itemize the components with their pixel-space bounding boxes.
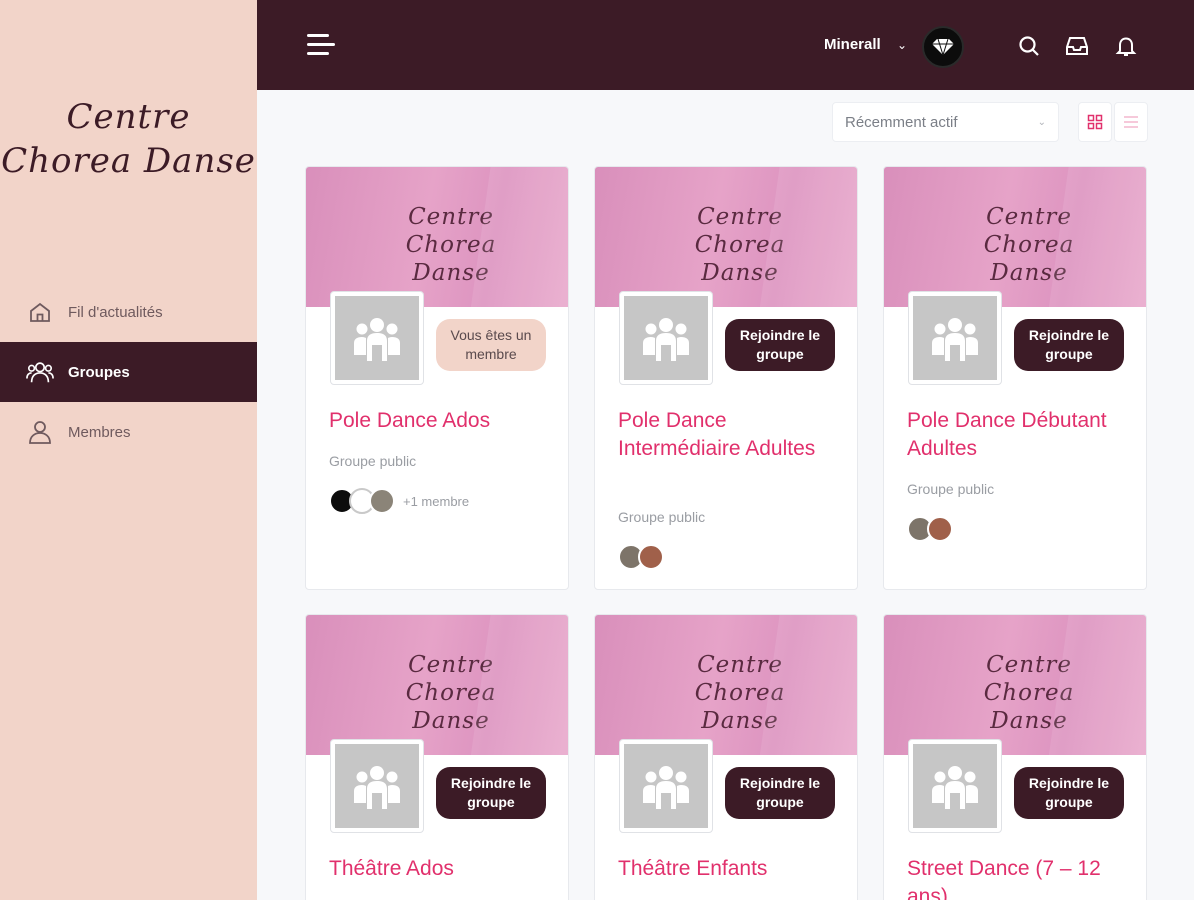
sidebar-nav: Fil d'actualités Groupes Membres xyxy=(0,282,257,462)
cover-logo: Centre Chorea Danse xyxy=(405,204,497,286)
group-avatar[interactable] xyxy=(619,291,713,385)
user-avatar[interactable] xyxy=(922,26,964,68)
member-status-button[interactable]: Vous êtes un membre xyxy=(436,319,546,371)
member-avatar[interactable] xyxy=(638,544,664,570)
group-cover-image: Centre Chorea Danse xyxy=(884,167,1146,307)
group-members: +1 membre xyxy=(329,487,469,515)
groups-icon xyxy=(26,358,54,386)
group-placeholder-icon xyxy=(913,744,997,828)
sidebar-item-label: Fil d'actualités xyxy=(68,303,163,321)
group-card: Centre Chorea Danse Vous êtes un membre P… xyxy=(305,166,569,590)
logo-line-2: Chorea Danse xyxy=(1,141,256,181)
cover-logo: Centre Chorea Danse xyxy=(694,652,786,734)
more-members-count: +1 membre xyxy=(403,493,470,509)
group-card: Centre Chorea Danse Rejoindre le groupe P… xyxy=(883,166,1147,590)
grid-view-button[interactable] xyxy=(1078,102,1112,142)
cover-logo: Centre Chorea Danse xyxy=(405,652,497,734)
group-members xyxy=(907,515,953,543)
sidebar-item-label: Groupes xyxy=(68,363,130,381)
group-cover-image: Centre Chorea Danse xyxy=(306,167,568,307)
sidebar-item-groups[interactable]: Groupes xyxy=(0,342,257,402)
site-logo[interactable]: Centre Chorea Danse xyxy=(0,95,257,183)
group-card: Centre Chorea Danse Rejoindre le groupe T… xyxy=(305,614,569,900)
sidebar-item-members[interactable]: Membres xyxy=(0,402,257,462)
cover-logo: Centre Chorea Danse xyxy=(694,204,786,286)
chevron-down-icon[interactable]: ⌄ xyxy=(897,38,907,52)
group-cover-image: Centre Chorea Danse xyxy=(595,167,857,307)
group-card: Centre Chorea Danse Rejoindre le groupe T… xyxy=(594,614,858,900)
diamond-icon xyxy=(932,38,954,56)
group-avatar[interactable] xyxy=(908,291,1002,385)
group-card: Centre Chorea Danse Rejoindre le groupe P… xyxy=(594,166,858,590)
group-type: Groupe public xyxy=(618,509,706,525)
members-icon xyxy=(26,418,54,446)
group-cover-image: Centre Chorea Danse xyxy=(884,615,1146,755)
sidebar: Centre Chorea Danse Fil d'actualités Gro… xyxy=(0,0,257,900)
group-title[interactable]: Street Dance (7 – 12 ans) xyxy=(907,855,1137,900)
group-cover-image: Centre Chorea Danse xyxy=(595,615,857,755)
group-cover-image: Centre Chorea Danse xyxy=(306,615,568,755)
sort-select[interactable]: Récemment actif ⌄ xyxy=(832,102,1059,142)
join-group-button[interactable]: Rejoindre le groupe xyxy=(1014,767,1124,819)
chevron-down-icon: ⌄ xyxy=(1037,117,1046,128)
cover-logo: Centre Chorea Danse xyxy=(983,652,1075,734)
group-avatar[interactable] xyxy=(330,739,424,833)
home-icon xyxy=(26,298,54,326)
join-group-button[interactable]: Rejoindre le groupe xyxy=(436,767,546,819)
group-title[interactable]: Pole Dance Débutant Adultes xyxy=(907,407,1137,463)
sort-select-value: Récemment actif xyxy=(845,114,958,131)
group-title[interactable]: Théâtre Enfants xyxy=(618,855,848,883)
sidebar-item-label: Membres xyxy=(68,423,131,441)
menu-toggle-icon[interactable] xyxy=(307,31,337,59)
member-avatar[interactable] xyxy=(369,488,395,514)
group-title[interactable]: Pole Dance Intermédiaire Adultes xyxy=(618,407,848,463)
grid-view-icon xyxy=(1087,114,1103,130)
group-placeholder-icon xyxy=(913,296,997,380)
group-placeholder-icon xyxy=(624,744,708,828)
group-members xyxy=(618,543,664,571)
bell-icon[interactable] xyxy=(1114,34,1138,58)
search-icon[interactable] xyxy=(1017,34,1041,58)
join-group-button[interactable]: Rejoindre le groupe xyxy=(1014,319,1124,371)
group-title[interactable]: Pole Dance Ados xyxy=(329,407,559,435)
list-view-icon xyxy=(1124,116,1138,128)
group-placeholder-icon xyxy=(335,744,419,828)
logo-line-1: Centre xyxy=(66,97,191,137)
top-header: Minerall ⌄ xyxy=(257,0,1194,90)
group-card: Centre Chorea Danse Rejoindre le groupe S… xyxy=(883,614,1147,900)
cover-logo: Centre Chorea Danse xyxy=(983,204,1075,286)
join-group-button[interactable]: Rejoindre le groupe xyxy=(725,319,835,371)
inbox-icon[interactable] xyxy=(1065,34,1089,58)
group-avatar[interactable] xyxy=(330,291,424,385)
member-avatar[interactable] xyxy=(927,516,953,542)
group-placeholder-icon xyxy=(624,296,708,380)
list-view-button[interactable] xyxy=(1114,102,1148,142)
group-avatar[interactable] xyxy=(908,739,1002,833)
sidebar-item-news-feed[interactable]: Fil d'actualités xyxy=(0,282,257,342)
group-title[interactable]: Théâtre Ados xyxy=(329,855,559,883)
group-type: Groupe public xyxy=(329,453,417,469)
group-placeholder-icon xyxy=(335,296,419,380)
group-type: Groupe public xyxy=(907,481,995,497)
join-group-button[interactable]: Rejoindre le groupe xyxy=(725,767,835,819)
group-avatar[interactable] xyxy=(619,739,713,833)
user-name[interactable]: Minerall xyxy=(824,36,881,53)
